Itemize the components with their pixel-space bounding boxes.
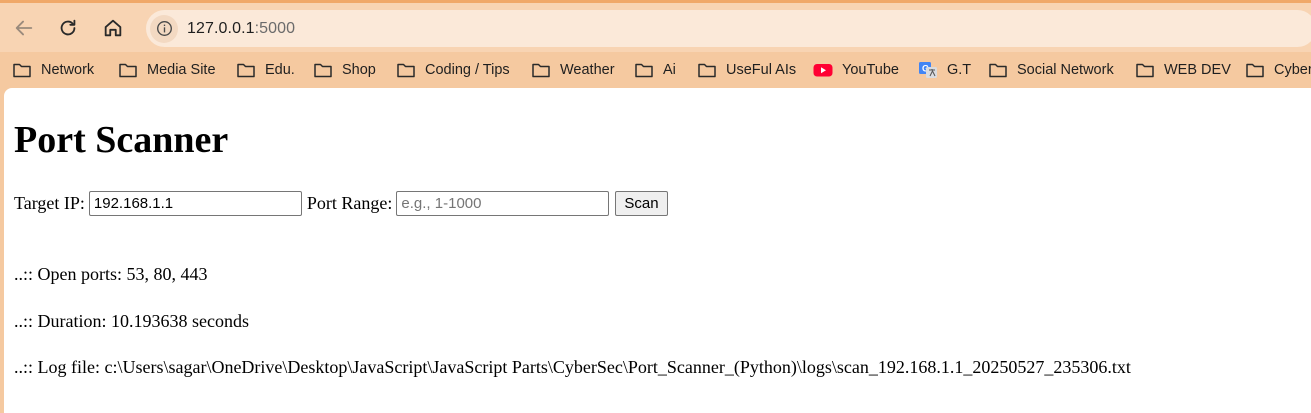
open-ports-result: ..:: Open ports: 53, 80, 443 [14,264,208,284]
url-text: 127.0.0.1:5000 [187,20,295,38]
back-button[interactable] [8,12,40,44]
bookmark-label: UseFul AIs [726,62,797,78]
folder-icon [1136,63,1154,78]
scan-form: Target IP: Port Range: Scan [14,190,668,216]
folder-icon [698,63,716,78]
folder-icon [1246,63,1264,78]
folder-icon [13,63,31,78]
bookmark-edu[interactable]: Edu. [236,59,295,81]
bookmark-label: YouTube [842,62,899,78]
bookmark-shop[interactable]: Shop [313,59,376,81]
bookmark-weather[interactable]: Weather [531,59,615,81]
bookmark-cyber[interactable]: Cyber [1245,59,1311,81]
reload-icon [60,19,76,36]
info-icon [156,21,172,36]
bookmark-media-site[interactable]: Media Site [118,59,216,81]
url-port: :5000 [254,19,296,37]
folder-icon [397,63,415,78]
reload-button[interactable] [52,12,84,44]
bookmark-useful-ais[interactable]: UseFul AIs [697,59,796,81]
page-content: Port Scanner Target IP: Port Range: Scan… [4,88,1311,413]
bookmark-social-network[interactable]: Social Network [988,59,1114,81]
bookmark-label: Media Site [147,62,216,78]
site-info-button[interactable] [150,14,178,43]
bookmark-label: Coding / Tips [425,62,510,78]
home-button[interactable] [97,12,129,44]
folder-icon [237,63,255,78]
bookmark-label: Shop [342,62,376,78]
bookmark-ai[interactable]: Ai [634,59,676,81]
bookmark-label: Social Network [1017,62,1114,78]
bookmark-label: Network [41,62,95,78]
url-host: 127.0.0.1 [187,19,255,37]
log-file-result: ..:: Log file: c:\Users\sagar\OneDrive\D… [14,357,1131,377]
bookmark-label: Weather [560,62,615,78]
bookmark-network[interactable]: Network [12,59,94,81]
duration-result: ..:: Duration: 10.193638 seconds [14,311,249,331]
bookmarks-bar: Network Media Site Edu. Shop Coding / Ti… [0,52,1311,88]
port-range-label: Port Range: [306,192,393,213]
bookmark-label: Cyber [1274,62,1311,78]
google-translate-icon: G [919,62,937,78]
folder-icon [635,63,653,78]
scan-button[interactable]: Scan [615,190,668,216]
arrow-left-icon [15,20,33,36]
address-bar[interactable]: 127.0.0.1:5000 [146,10,1311,47]
folder-icon [314,63,332,78]
bookmark-coding-tips[interactable]: Coding / Tips [396,59,510,81]
bookmark-web-dev[interactable]: WEB DEV [1135,59,1231,81]
bookmark-label: WEB DEV [1164,62,1231,78]
home-icon [104,19,122,37]
target-ip-label: Target IP: [14,192,85,213]
folder-icon [989,63,1007,78]
bookmark-label: Ai [663,62,676,78]
bookmark-label: Edu. [265,62,295,78]
bookmark-g-t[interactable]: G G.T [918,59,971,81]
browser-toolbar: 127.0.0.1:5000 [0,0,1311,52]
youtube-icon [813,64,833,77]
folder-icon [119,63,137,78]
bookmark-label: G.T [947,62,972,78]
page-title: Port Scanner [14,119,229,161]
folder-icon [532,63,550,78]
bookmark-youtube[interactable]: YouTube [813,59,899,81]
port-range-input[interactable] [396,190,610,216]
target-ip-input[interactable] [88,190,302,216]
